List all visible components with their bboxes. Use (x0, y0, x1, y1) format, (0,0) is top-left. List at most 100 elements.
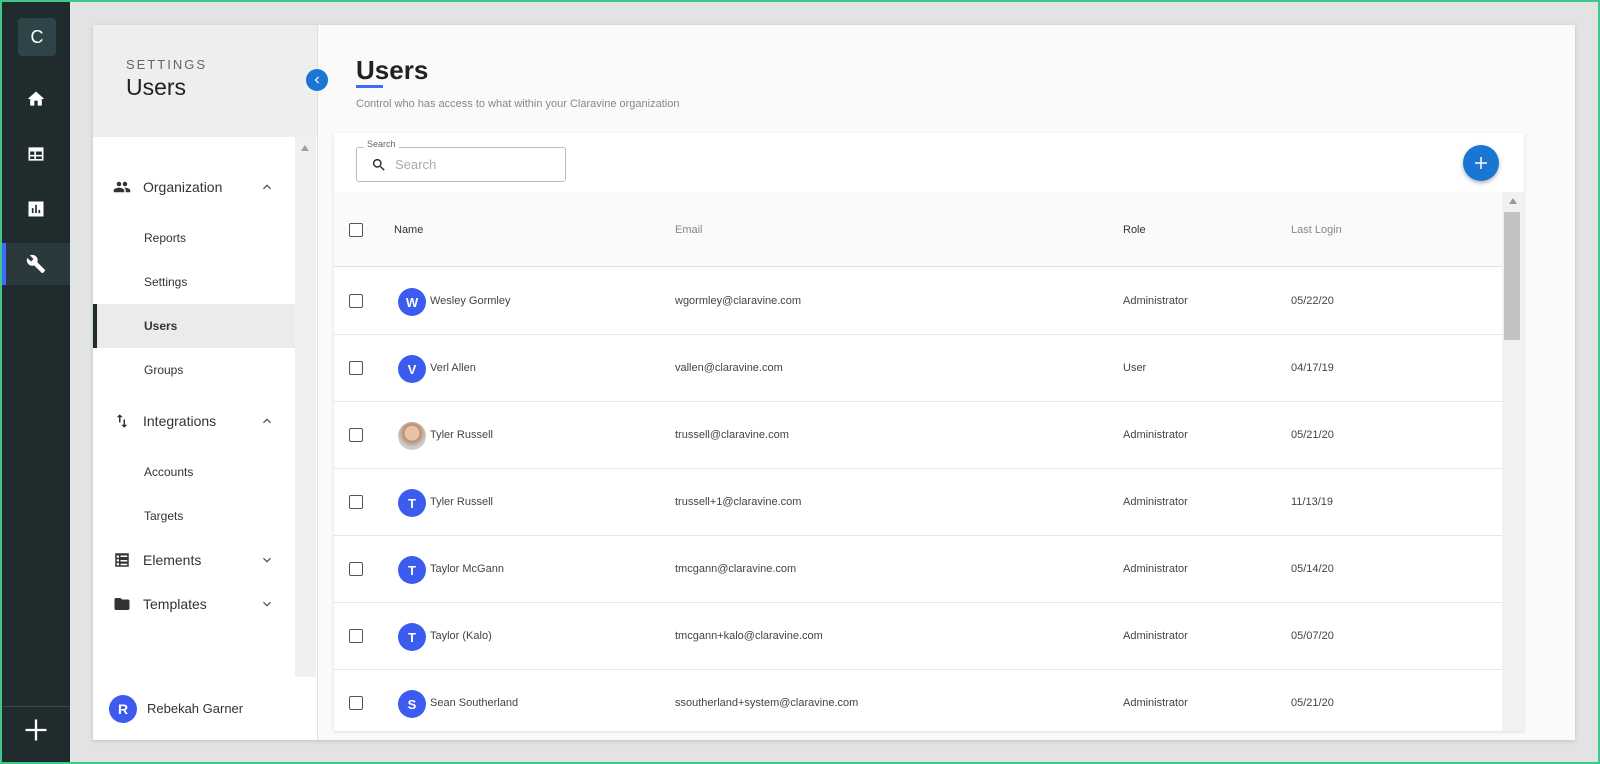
table-row[interactable]: V Verl Allen vallen@claravine.com User 04/17… (334, 335, 1502, 402)
main-content: Users Control who has access to what wit… (318, 25, 1575, 740)
avatar: R (109, 694, 137, 723)
current-user[interactable]: R Rebekah Garner (93, 677, 318, 740)
user-name[interactable]: Taylor McGann (430, 563, 504, 575)
scrollbar-thumb[interactable] (1504, 212, 1520, 340)
user-last-login: 05/22/20 (1291, 295, 1334, 307)
user-role: User (1123, 362, 1147, 374)
row-checkbox[interactable] (349, 629, 363, 643)
user-name[interactable]: Taylor (Kalo) (430, 630, 492, 642)
scroll-up-arrow-icon[interactable] (301, 145, 309, 151)
wrench-icon (26, 254, 46, 274)
user-name[interactable]: Sean Southerland (430, 697, 518, 709)
sidebar-eyebrow: SETTINGS (126, 57, 208, 72)
sidebar-item-accounts[interactable]: Accounts (93, 450, 295, 494)
user-email: ssoutherland+system@claravine.com (675, 697, 859, 709)
search-label: Search (364, 139, 399, 149)
plus-icon (25, 719, 47, 741)
avatar: V (398, 355, 426, 383)
table-row[interactable]: T Taylor (Kalo) tmcgann+kalo@claravine.com… (334, 603, 1502, 670)
settings-nav-button[interactable] (2, 243, 70, 285)
chart-icon (28, 201, 44, 217)
list-icon (115, 553, 129, 567)
user-last-login: 04/17/19 (1291, 362, 1334, 374)
sidebar-group-integrations[interactable]: Integrations (93, 399, 295, 443)
user-role: Administrator (1123, 496, 1188, 508)
user-name[interactable]: Tyler Russell (430, 496, 493, 508)
table-row[interactable]: S Sean Southerland ssoutherland+system@cla… (334, 670, 1502, 731)
select-all-checkbox[interactable] (349, 223, 363, 237)
people-icon (113, 181, 131, 193)
settings-sidebar: SETTINGS Users Organization Reports Sett… (93, 25, 318, 740)
swap-icon (116, 414, 128, 428)
avatar: S (398, 690, 426, 718)
table-row[interactable]: T Tyler Russell trussell+1@claravine.com Ad… (334, 469, 1502, 536)
search-icon (372, 158, 385, 171)
add-button[interactable] (22, 716, 50, 744)
sidebar-group-templates[interactable]: Templates (93, 582, 295, 626)
column-header-name[interactable]: Name (394, 224, 423, 236)
sidebar-item-groups[interactable]: Groups (93, 348, 295, 392)
user-email: tmcgann+kalo@claravine.com (675, 630, 823, 642)
user-email: vallen@claravine.com (675, 362, 783, 374)
row-checkbox[interactable] (349, 495, 363, 509)
sidebar-group-organization[interactable]: Organization (93, 165, 295, 209)
table-row[interactable]: W Wesley Gormley wgormley@claravine.com Adm… (334, 268, 1502, 335)
chevron-up-icon (263, 184, 271, 190)
user-email: trussell+1@claravine.com (675, 496, 802, 508)
home-icon (27, 91, 45, 106)
sidebar-group-elements[interactable]: Elements (93, 538, 295, 582)
reports-nav-button[interactable] (2, 188, 70, 230)
chevron-up-icon (263, 418, 271, 424)
user-name[interactable]: Verl Allen (430, 362, 476, 374)
page-subtitle: Control who has access to what within yo… (356, 98, 680, 110)
rail-divider (2, 706, 70, 707)
table-row[interactable]: Tyler Russell trussell@claravine.com Admin… (334, 402, 1502, 469)
folder-icon (114, 598, 130, 610)
avatar: T (398, 556, 426, 584)
row-checkbox[interactable] (349, 696, 363, 710)
add-user-button[interactable] (1463, 145, 1499, 181)
user-email: trussell@claravine.com (675, 429, 789, 441)
users-table-card: Search Name Email Role Last Login W Wesle… (334, 133, 1524, 731)
org-logo-button[interactable]: C (18, 18, 56, 56)
user-email: wgormley@claravine.com (675, 295, 802, 307)
table-icon (28, 147, 44, 161)
page-title: Users (356, 55, 429, 85)
column-header-email[interactable]: Email (675, 224, 703, 236)
app-rail: C (2, 2, 70, 762)
collapse-sidebar-button[interactable] (306, 69, 328, 91)
table-row[interactable]: T Taylor McGann tmcgann@claravine.com Admin… (334, 536, 1502, 603)
avatar: T (398, 489, 426, 517)
sidebar-scrollbar[interactable] (295, 137, 316, 677)
user-name[interactable]: Tyler Russell (430, 429, 493, 441)
row-checkbox[interactable] (349, 294, 363, 308)
user-name[interactable]: Wesley Gormley (430, 295, 510, 307)
plus-icon (1475, 157, 1487, 169)
chevron-down-icon (263, 557, 271, 563)
sidebar-item-targets[interactable]: Targets (93, 494, 295, 538)
user-last-login: 05/07/20 (1291, 630, 1334, 642)
title-underline (356, 85, 383, 88)
row-checkbox[interactable] (349, 562, 363, 576)
sidebar-item-users[interactable]: Users (93, 304, 295, 348)
user-role: Administrator (1123, 429, 1188, 441)
home-nav-button[interactable] (2, 78, 70, 120)
scroll-up-arrow-icon[interactable] (1509, 198, 1517, 204)
user-last-login: 05/14/20 (1291, 563, 1334, 575)
row-checkbox[interactable] (349, 428, 363, 442)
table-scrollbar[interactable] (1502, 192, 1524, 731)
search-input[interactable] (395, 157, 545, 172)
current-user-name: Rebekah Garner (147, 701, 244, 716)
user-role: Administrator (1123, 563, 1188, 575)
column-header-last-login[interactable]: Last Login (1291, 224, 1342, 236)
row-checkbox[interactable] (349, 361, 363, 375)
user-last-login: 05/21/20 (1291, 429, 1334, 441)
user-last-login: 05/21/20 (1291, 697, 1334, 709)
sidebar-item-settings[interactable]: Settings (93, 260, 295, 304)
column-header-role[interactable]: Role (1123, 224, 1146, 236)
sidebar-group-label: Elements (143, 552, 202, 568)
table-nav-button[interactable] (2, 133, 70, 175)
sidebar-item-reports[interactable]: Reports (93, 216, 295, 260)
search-field[interactable] (356, 147, 566, 182)
user-role: Administrator (1123, 295, 1188, 307)
